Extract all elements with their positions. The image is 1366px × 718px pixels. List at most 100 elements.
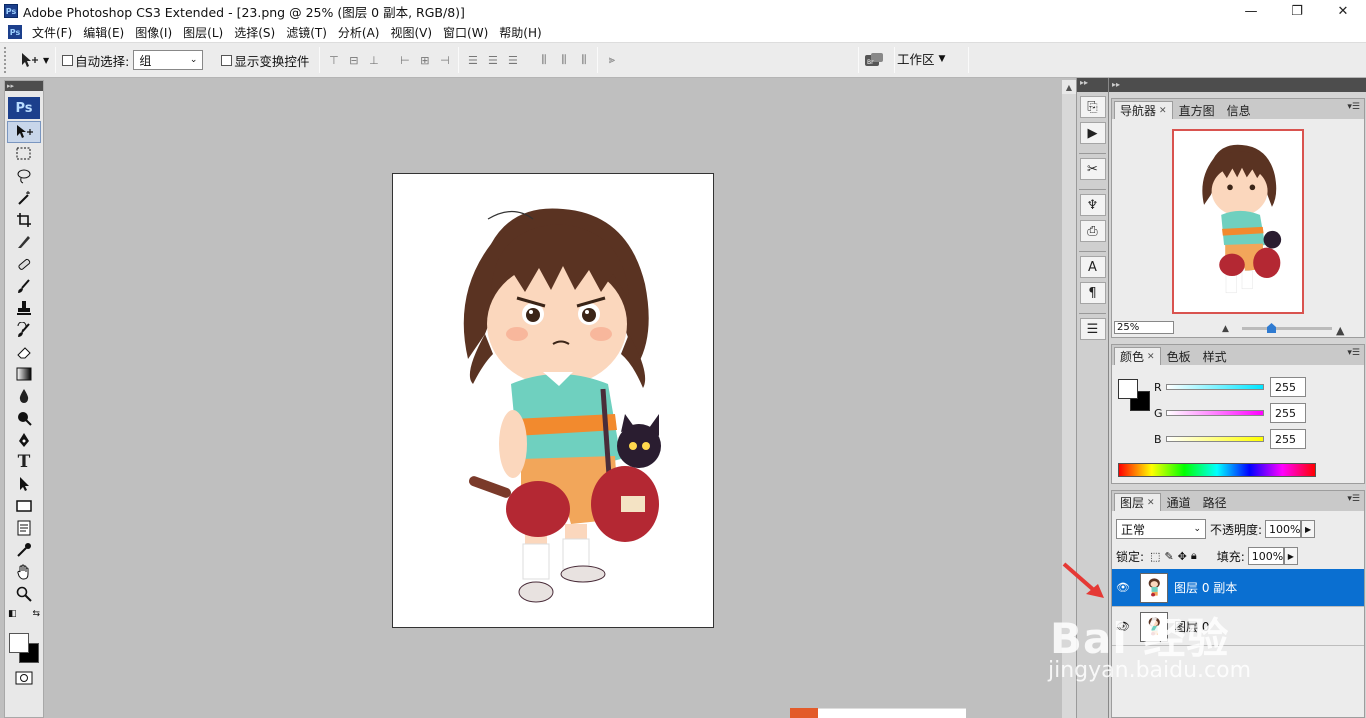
panel-menu-icon[interactable]: ▾☰: [1347, 102, 1360, 112]
shape-tool[interactable]: [7, 495, 41, 517]
distribute-vcenter-icon[interactable]: ☰: [485, 53, 500, 67]
healing-brush-tool[interactable]: [7, 253, 41, 275]
marquee-tool[interactable]: [7, 143, 41, 165]
tab-channels[interactable]: 通道: [1161, 493, 1197, 511]
gradient-tool[interactable]: [7, 363, 41, 385]
align-vcenter-icon[interactable]: ⊟: [346, 53, 361, 67]
menu-layer[interactable]: 图层(L): [179, 24, 230, 41]
bridge-icon[interactable]: Br: [862, 50, 886, 70]
auto-align-icon[interactable]: ⫸: [604, 53, 619, 67]
tab-styles[interactable]: 样式: [1197, 347, 1233, 365]
blend-mode-dropdown[interactable]: 正常 ⌄: [1116, 519, 1206, 539]
magic-wand-tool[interactable]: [7, 187, 41, 209]
menu-filter[interactable]: 滤镜(T): [282, 24, 334, 41]
tab-color[interactable]: 颜色 ✕: [1114, 347, 1161, 365]
move-tool[interactable]: [7, 121, 41, 143]
brushes-panel-icon[interactable]: ♆: [1079, 194, 1106, 216]
channel-g-value[interactable]: 255: [1270, 403, 1306, 423]
distribute-right-icon[interactable]: ⫼: [576, 53, 591, 67]
zoom-slider-knob[interactable]: [1267, 323, 1276, 333]
zoom-in-icon[interactable]: ▲: [1336, 324, 1344, 337]
character-panel-icon[interactable]: A: [1079, 256, 1106, 278]
menu-edit[interactable]: 编辑(E): [79, 24, 131, 41]
blur-tool[interactable]: [7, 385, 41, 407]
path-selection-tool[interactable]: [7, 473, 41, 495]
foreground-color[interactable]: [9, 633, 29, 653]
channel-b-value[interactable]: 255: [1270, 429, 1306, 449]
close-button[interactable]: ✕: [1320, 0, 1366, 22]
document-icon[interactable]: Ps: [8, 25, 22, 39]
menu-select[interactable]: 选择(S): [230, 24, 282, 41]
zoom-out-icon[interactable]: ▲: [1222, 324, 1229, 334]
document-canvas[interactable]: [392, 173, 714, 628]
dock-strip-grip[interactable]: ▸▸: [1077, 78, 1108, 92]
zoom-tool[interactable]: [7, 583, 41, 605]
navigator-zoom-slider[interactable]: [1242, 327, 1332, 330]
fill-input[interactable]: 100%: [1247, 547, 1284, 565]
lock-transparency-icon[interactable]: ⬚: [1150, 550, 1160, 563]
minimize-button[interactable]: —: [1228, 0, 1274, 22]
layer-row[interactable]: 👁︎ 图层 0 副本: [1112, 569, 1364, 607]
clone-stamp-tool[interactable]: [7, 297, 41, 319]
brush-tool[interactable]: [7, 275, 41, 297]
options-grip[interactable]: [4, 47, 12, 73]
workspace-button[interactable]: 工作区 ▼: [897, 49, 945, 68]
eraser-tool[interactable]: [7, 341, 41, 363]
tab-info[interactable]: 信息: [1221, 101, 1257, 119]
close-icon[interactable]: ✕: [1147, 352, 1155, 362]
tab-histogram[interactable]: 直方图: [1173, 101, 1221, 119]
visibility-eye-icon[interactable]: 👁︎: [1112, 581, 1134, 594]
close-icon[interactable]: ✕: [1159, 106, 1167, 116]
menu-view[interactable]: 视图(V): [386, 24, 439, 41]
align-top-icon[interactable]: ⊤: [326, 53, 341, 67]
actions-panel-icon[interactable]: ▶: [1079, 122, 1106, 144]
scroll-up-arrow[interactable]: ▲: [1062, 80, 1076, 94]
default-colors-icon[interactable]: ◧: [8, 609, 17, 619]
tab-paths[interactable]: 路径: [1197, 493, 1233, 511]
clone-source-icon[interactable]: ⎙: [1079, 220, 1106, 242]
crop-tool[interactable]: [7, 209, 41, 231]
swap-colors-icon[interactable]: ⇆: [32, 609, 40, 619]
layer-comps-icon[interactable]: ☰: [1079, 318, 1106, 340]
tool-presets-icon[interactable]: ✂: [1079, 158, 1106, 180]
panel-menu-icon[interactable]: ▾☰: [1347, 494, 1360, 504]
panels-grip[interactable]: ▸▸: [1109, 78, 1366, 92]
quick-mask-tool[interactable]: [7, 667, 41, 689]
close-icon[interactable]: ✕: [1147, 498, 1155, 508]
panel-menu-icon[interactable]: ▾☰: [1347, 348, 1360, 358]
restore-button[interactable]: ❐: [1274, 0, 1320, 22]
channel-b-slider[interactable]: [1166, 436, 1264, 442]
checkbox-box[interactable]: [62, 54, 74, 66]
history-brush-tool[interactable]: [7, 319, 41, 341]
menu-window[interactable]: 窗口(W): [439, 24, 495, 41]
eyedropper-tool[interactable]: [7, 539, 41, 561]
toolbox-grip[interactable]: ▸▸: [5, 81, 43, 91]
menu-analysis[interactable]: 分析(A): [334, 24, 387, 41]
distribute-left-icon[interactable]: ⫼: [536, 53, 551, 67]
tab-swatches[interactable]: 色板: [1161, 347, 1197, 365]
opacity-arrow-button[interactable]: ▶: [1301, 520, 1316, 538]
distribute-hcenter-icon[interactable]: ⫼: [556, 53, 571, 67]
navigator-zoom-field[interactable]: 25%: [1114, 321, 1174, 334]
tab-navigator[interactable]: 导航器 ✕: [1114, 101, 1173, 119]
align-bottom-icon[interactable]: ⊥: [366, 53, 381, 67]
channel-g-slider[interactable]: [1166, 410, 1264, 416]
type-tool[interactable]: T: [7, 451, 41, 473]
channel-r-slider[interactable]: [1166, 384, 1264, 390]
color-foreground-swatch[interactable]: [1118, 379, 1138, 399]
distribute-bottom-icon[interactable]: ☰: [505, 53, 520, 67]
auto-select-dropdown[interactable]: 组 ⌄: [133, 50, 204, 70]
slice-tool[interactable]: [7, 231, 41, 253]
notes-tool[interactable]: [7, 517, 41, 539]
history-panel-icon[interactable]: ⎘: [1079, 96, 1106, 118]
channel-r-value[interactable]: 255: [1270, 377, 1306, 397]
menu-help[interactable]: 帮助(H): [495, 24, 548, 41]
menu-file[interactable]: 文件(F): [28, 24, 79, 41]
show-transform-checkbox[interactable]: 显示变换控件: [221, 51, 309, 70]
photoshop-logo[interactable]: Ps: [8, 97, 40, 119]
tab-layers[interactable]: 图层 ✕: [1114, 493, 1161, 511]
hand-tool[interactable]: [7, 561, 41, 583]
auto-select-checkbox[interactable]: 自动选择:: [62, 51, 129, 70]
menu-image[interactable]: 图像(I): [131, 24, 179, 41]
checkbox-box[interactable]: [221, 54, 233, 66]
